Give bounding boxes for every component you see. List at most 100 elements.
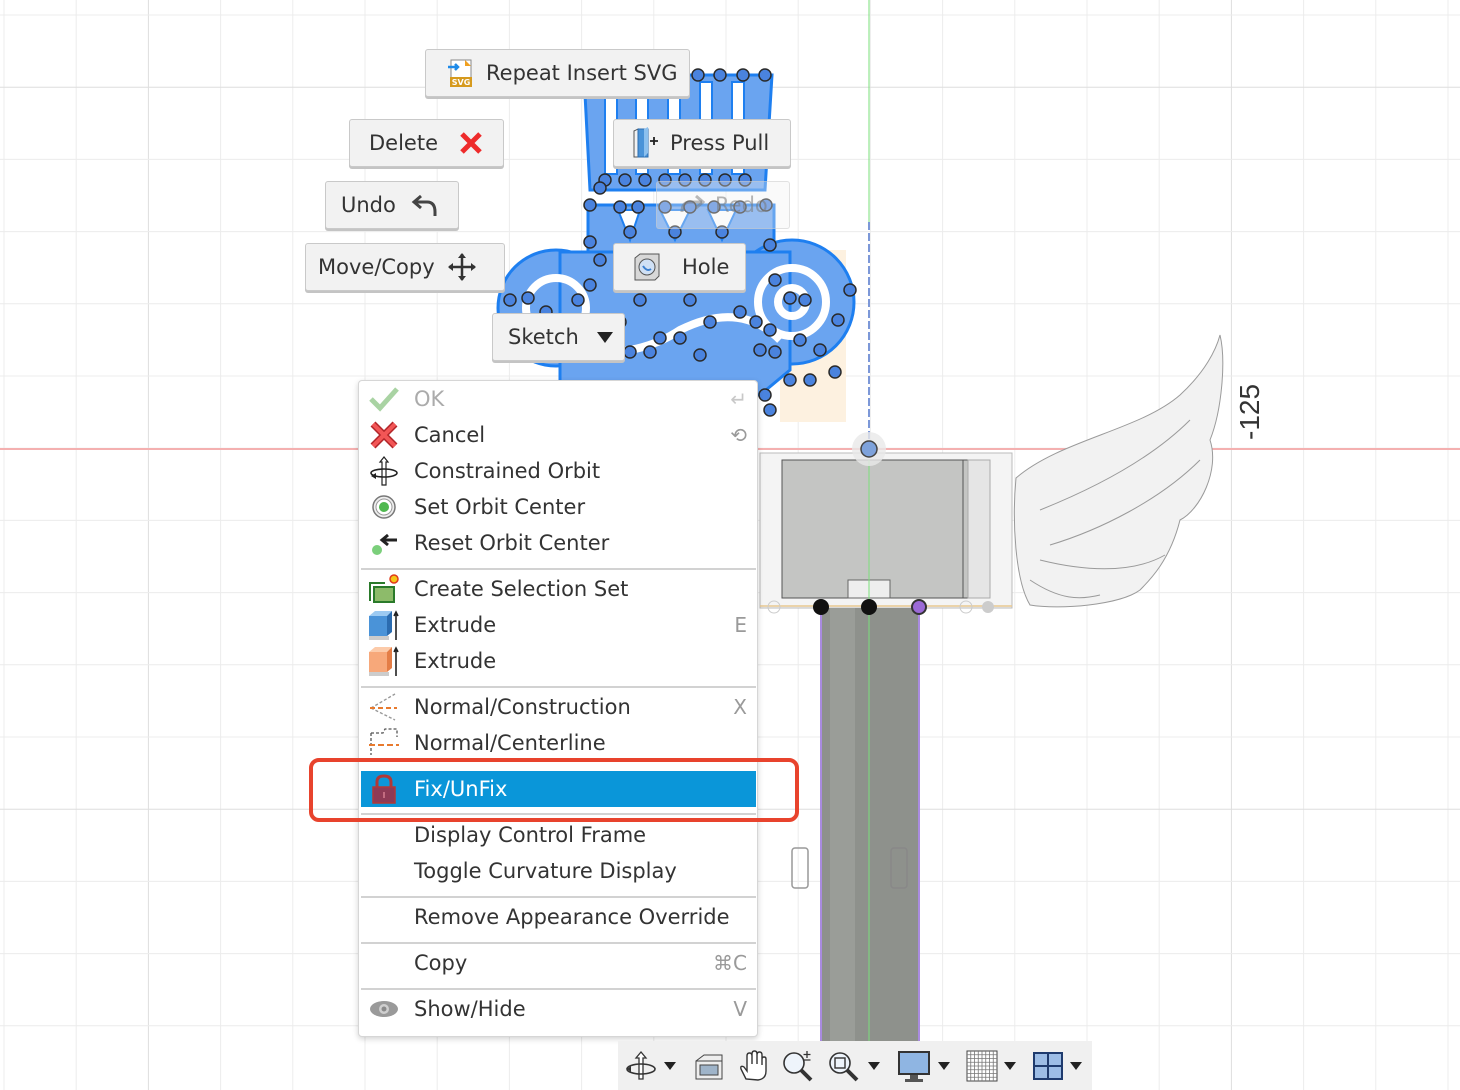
grid-snaps-dropdown-caret[interactable] [1004, 1061, 1016, 1070]
normal-construction-icon [367, 691, 401, 723]
annotation-highlight-box [309, 758, 799, 822]
orbit-icon [624, 1049, 658, 1083]
menu-item-constrained-orbit[interactable]: Constrained Orbit [359, 453, 757, 489]
menu-item-shortcut: ⟲ [730, 423, 747, 447]
press-pull-label: Press Pull [670, 131, 770, 155]
move-copy-button[interactable]: Move/Copy [305, 243, 505, 291]
menu-item-set-orbit-center[interactable]: Set Orbit Center [359, 489, 757, 525]
set-orbit-center-icon [367, 491, 401, 523]
sketch-point [583, 278, 597, 292]
menu-item-label: Extrude [414, 649, 497, 673]
sketch-point [758, 68, 772, 82]
normal-centerline-icon [367, 727, 401, 759]
reset-orbit-center-icon [367, 527, 401, 559]
display-settings-dropdown-caret[interactable] [938, 1061, 950, 1070]
repeat-insert-svg-label: Repeat Insert SVG [486, 61, 678, 85]
delete-button[interactable]: Delete [349, 119, 504, 167]
sketch-point [683, 293, 697, 307]
menu-item-copy[interactable]: Copy ⌘C [359, 945, 757, 981]
move-arrows-icon [447, 252, 477, 282]
orbit-button[interactable] [624, 1046, 682, 1086]
redo-button: Redo [656, 181, 790, 229]
sketch-point [733, 305, 747, 319]
menu-item-normal-construction[interactable]: Normal/Construction X [359, 689, 757, 725]
sketch-point [763, 238, 777, 252]
menu-item-toggle-curvature-display[interactable]: Toggle Curvature Display [359, 853, 757, 889]
red-x-icon [456, 128, 486, 158]
press-pull-button[interactable]: Press Pull [613, 119, 791, 167]
menu-item-label: Display Control Frame [414, 823, 647, 847]
viewports-icon [1032, 1051, 1064, 1081]
sketch-point [803, 373, 817, 387]
sketch-point [749, 315, 763, 329]
eye-icon [367, 993, 401, 1025]
undo-button[interactable]: Undo [325, 181, 459, 229]
sketch-point [713, 68, 727, 82]
zoom-window-dropdown-caret[interactable] [868, 1061, 880, 1070]
menu-separator [361, 896, 756, 898]
menu-item-show-hide[interactable]: Show/Hide V [359, 991, 757, 1027]
extrude-blue-icon [367, 609, 401, 641]
sketch-point [753, 343, 767, 357]
sketch-point [631, 200, 645, 214]
menu-item-remove-appearance-override[interactable]: Remove Appearance Override [359, 899, 757, 935]
sketch-point [623, 345, 637, 359]
orbit-dropdown-caret[interactable] [664, 1061, 676, 1070]
orbit-center-point [860, 440, 878, 458]
menu-separator [361, 942, 756, 944]
model-body [759, 452, 1013, 1048]
check-icon [367, 383, 401, 415]
sketch-dropdown-button[interactable]: Sketch [492, 313, 625, 361]
sketch-point [793, 333, 807, 347]
extrude-orange-icon [367, 645, 401, 677]
look-at-icon [692, 1051, 726, 1081]
menu-item-label: Create Selection Set [414, 577, 629, 601]
undo-label: Undo [341, 193, 396, 217]
repeat-insert-svg-button[interactable]: SVG Repeat Insert SVG [425, 49, 690, 97]
sketch-point [643, 345, 657, 359]
viewports-button[interactable] [1032, 1046, 1088, 1086]
menu-item-label: Normal/Construction [414, 695, 631, 719]
menu-item-cancel[interactable]: Cancel ⟲ [359, 417, 757, 453]
hole-button[interactable]: Hole [613, 243, 746, 291]
sketch-point [613, 200, 627, 214]
menu-item-display-control-frame[interactable]: Display Control Frame [359, 817, 757, 853]
grid-snaps-button[interactable] [966, 1046, 1022, 1086]
constrained-orbit-icon [367, 455, 401, 487]
menu-item-extrude[interactable]: Extrude E [359, 607, 757, 643]
sketch-point [521, 291, 535, 305]
menu-item-label: Set Orbit Center [414, 495, 586, 519]
zoom-window-button[interactable] [826, 1046, 886, 1086]
grid-icon [966, 1050, 998, 1082]
dimension-label[interactable]: -125 [1234, 384, 1266, 440]
pan-hand-icon [736, 1049, 770, 1083]
pan-button[interactable] [736, 1046, 770, 1086]
navigation-toolbar [618, 1041, 1092, 1090]
menu-item-shortcut: E [734, 613, 747, 637]
svg-text:SVG: SVG [452, 78, 471, 87]
wing-shape [1013, 334, 1224, 608]
insert-svg-icon: SVG [446, 58, 476, 88]
menu-item-extrude-alt[interactable]: Extrude [359, 643, 757, 679]
menu-item-label: Reset Orbit Center [414, 531, 610, 555]
viewports-dropdown-caret[interactable] [1070, 1061, 1082, 1070]
look-at-button[interactable] [692, 1046, 726, 1086]
menu-item-create-selection-set[interactable]: Create Selection Set [359, 571, 757, 607]
menu-item-reset-orbit-center[interactable]: Reset Orbit Center [359, 525, 757, 561]
sketch-point [758, 388, 772, 402]
sketch-point [673, 331, 687, 345]
sketch-point [798, 293, 812, 307]
menu-item-label: Normal/Centerline [414, 731, 606, 755]
menu-separator [361, 686, 756, 688]
display-settings-button[interactable] [896, 1046, 956, 1086]
sketch-point [736, 68, 750, 82]
zoom-icon [780, 1048, 816, 1084]
menu-separator [361, 988, 756, 990]
zoom-button[interactable] [780, 1046, 816, 1086]
redo-label: Redo [715, 193, 768, 217]
menu-item-shortcut: X [733, 695, 747, 719]
design-canvas[interactable]: -125 SVG Repeat Insert SVG Delete Press … [0, 0, 1460, 1090]
sketch-point [503, 293, 517, 307]
hole-label: Hole [682, 255, 730, 279]
menu-item-normal-centerline[interactable]: Normal/Centerline [359, 725, 757, 761]
